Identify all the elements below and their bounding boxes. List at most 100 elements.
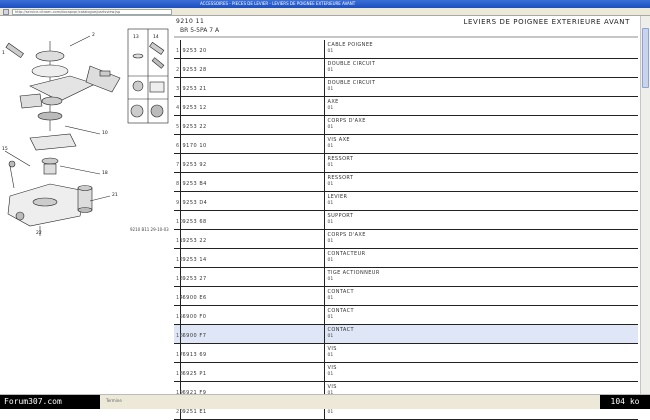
description-cell: VIS01	[324, 343, 638, 363]
table-row[interactable]: 1 9253 20 CABLE POIGNEE 01	[174, 40, 638, 59]
part-number: 9253 27	[182, 276, 207, 282]
ref-label: 8	[176, 181, 180, 187]
description-cell: VIS01	[324, 362, 638, 382]
status-text: Termine	[106, 398, 122, 403]
address-input[interactable]: http://service.citroen.com/docapvpr/cata…	[12, 9, 172, 15]
part-number: 9253 B4	[182, 181, 207, 187]
header-divider	[174, 36, 638, 38]
part-qty: 01	[327, 315, 334, 320]
part-description: CONTACT	[327, 327, 355, 333]
part-number: 6900 E6	[182, 295, 207, 301]
part-qty: 01	[327, 106, 334, 111]
table-row[interactable]: 3 9253 21 DOUBLE CIRCUIT 01	[174, 77, 638, 97]
ref-label: 1	[176, 48, 180, 54]
ref-cell: 16	[174, 324, 183, 344]
ref-cell: 9	[174, 191, 181, 211]
table-row[interactable]: 16 6900 F7 CONTACT 01	[174, 324, 638, 344]
window-title: ACCESSOIRES - PIECES DE LEVIER - LEVIERS…	[200, 1, 356, 6]
description-cell: CORPS D'AXE 01	[324, 229, 638, 249]
part-number: 6925 P1	[182, 371, 207, 377]
description-cell: CONTACT 01	[324, 305, 638, 325]
ref-cell: 14	[174, 286, 183, 306]
svg-text:18: 18	[102, 170, 108, 176]
ref-cell: 7	[174, 153, 181, 173]
section-subtitle: BR 5-5PA 7 A	[180, 27, 220, 34]
svg-text:14: 14	[153, 34, 159, 40]
table-row[interactable]: 17 6913 69 VIS 01	[174, 343, 638, 363]
part-number: 9253 92	[182, 162, 207, 168]
table-row[interactable]: 15 6900 F0 CONTACT 01	[174, 305, 638, 325]
part-description: VIS	[327, 365, 337, 371]
part-number-cell: 9253 B4	[180, 172, 325, 192]
svg-text:21: 21	[112, 192, 118, 198]
table-row[interactable]: 11 9253 22 CORPS D'AXE 01	[174, 229, 638, 249]
part-number: 9253 14	[182, 257, 207, 263]
part-description: VIS	[327, 346, 337, 352]
part-number: 9253 21	[182, 86, 207, 92]
part-qty: 01	[327, 163, 334, 168]
ref-label: 9	[176, 200, 180, 206]
image-size-label: 104 ko	[600, 395, 650, 409]
part-description: CORPS D'AXE	[327, 232, 366, 238]
part-qty: 01	[327, 258, 334, 263]
table-row[interactable]: 6 9170 10 VIS AXE 01	[174, 134, 638, 154]
part-number: 9251 E1	[182, 409, 207, 415]
part-qty: 01	[327, 87, 334, 92]
table-row[interactable]: 9 9253 D4 LEVIER 01	[174, 191, 638, 211]
part-qty: 01	[327, 372, 334, 377]
table-row[interactable]: 2 9253 28 DOUBLE CIRCUIT 01	[174, 58, 638, 78]
table-row[interactable]: 12 9253 14 CONTACTEUR 01	[174, 248, 638, 268]
description-cell: SUPPORT 01	[324, 210, 638, 230]
exploded-diagram: 2 10 18 21 15 1 13 14 22	[2, 28, 169, 236]
window-title-bar: ACCESSOIRES - PIECES DE LEVIER - LEVIERS…	[0, 0, 650, 8]
description-cell: AXE 01	[324, 96, 638, 116]
svg-text:1: 1	[2, 50, 5, 56]
part-number: 9253 22	[182, 238, 207, 244]
section-code: 9210 11	[176, 18, 205, 25]
part-qty: 01	[327, 68, 334, 73]
description-cell: TIGE ACTIONNEUR 01	[324, 267, 638, 287]
table-row[interactable]: 5 9253 22 CORPS D'AXE 01	[174, 115, 638, 135]
part-description: TIGE ACTIONNEUR	[327, 270, 380, 276]
part-number-cell: 9253 20	[180, 40, 325, 59]
part-number-cell: 9253 22	[180, 115, 325, 135]
part-qty: 01	[327, 220, 334, 225]
description-cell: DOUBLE CIRCUIT 01	[324, 58, 638, 78]
part-number-cell: 9253 22	[180, 229, 325, 249]
part-number-cell: 9253 68	[180, 210, 325, 230]
description-cell: CONTACT 01	[324, 324, 638, 344]
diagram-caption: 9210 B11 29-10-03	[130, 227, 169, 232]
part-description: CABLE POIGNEE	[327, 42, 373, 48]
svg-text:22: 22	[36, 230, 42, 236]
ref-cell: 1	[174, 40, 181, 59]
part-description: VIS AXE	[327, 137, 350, 143]
vertical-scrollbar[interactable]	[640, 16, 650, 394]
ref-cell: 2	[174, 58, 181, 78]
part-qty: 01	[327, 144, 334, 149]
ref-label: 3	[176, 86, 180, 92]
address-bar: http://service.citroen.com/docapvpr/cata…	[0, 8, 650, 16]
description-cell: LEVIER 01	[324, 191, 638, 211]
part-qty: 01	[327, 49, 334, 54]
part-qty: 01	[327, 201, 334, 206]
scrollbar-thumb[interactable]	[642, 28, 649, 88]
table-row[interactable]: 4 9253 12 AXE 01	[174, 96, 638, 116]
table-row[interactable]: 13 9253 27 TIGE ACTIONNEUR 01	[174, 267, 638, 287]
table-row[interactable]: 10 9253 68 SUPPORT 01	[174, 210, 638, 230]
part-description: CONTACT	[327, 308, 355, 314]
section-title: LEVIERS DE POIGNEE EXTERIEURE AVANT	[463, 18, 630, 26]
ref-cell: 17	[174, 343, 183, 363]
table-row[interactable]: 18 6925 P1 VIS 01	[174, 362, 638, 382]
table-row[interactable]: 7 9253 92 RESSORT 01	[174, 153, 638, 173]
svg-text:15: 15	[2, 146, 8, 152]
part-number-cell: 9253 14	[180, 248, 325, 268]
table-row[interactable]: 14 6900 E6 CONTACT 01	[174, 286, 638, 306]
table-row[interactable]: 8 9253 B4 RESSORT 01	[174, 172, 638, 192]
part-qty: 01	[327, 353, 334, 358]
parts-header: 9210 11 BR 5-5PA 7 A LEVIERS DE POIGNEE …	[174, 16, 638, 38]
part-number: 6913 69	[182, 352, 207, 358]
part-number: 6900 F7	[182, 333, 207, 339]
part-number: 9253 20	[182, 48, 207, 54]
parts-table: 1 9253 20 CABLE POIGNEE 01 2 9253 28 DOUBLE CI…	[174, 40, 638, 420]
part-qty: 01	[327, 277, 334, 282]
